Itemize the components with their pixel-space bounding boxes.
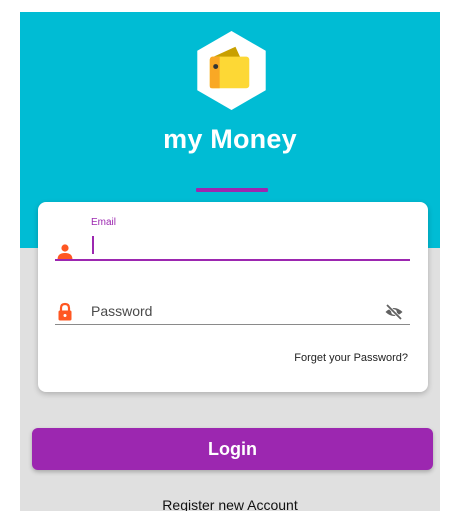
password-field[interactable] bbox=[91, 299, 377, 323]
app-title: my Money bbox=[163, 124, 297, 154]
email-label: Email bbox=[91, 217, 117, 228]
email-field[interactable] bbox=[91, 233, 407, 257]
visibility-off-icon[interactable] bbox=[384, 302, 404, 322]
email-underline bbox=[55, 259, 410, 261]
register-account-link[interactable]: Register new Account bbox=[20, 497, 440, 511]
lock-icon bbox=[55, 302, 75, 322]
password-underline bbox=[55, 324, 410, 325]
text-cursor bbox=[92, 236, 94, 254]
forgot-password-link[interactable]: Forget your Password? bbox=[294, 352, 408, 364]
tab-indicator bbox=[196, 188, 268, 192]
login-button[interactable]: Login bbox=[32, 428, 433, 470]
login-screen: my Money Email Forget your Password? Log… bbox=[20, 12, 440, 511]
wallet-icon bbox=[192, 31, 271, 110]
wallet-logo-graphic bbox=[197, 31, 266, 110]
login-card: Email Forget your Password? bbox=[38, 202, 428, 392]
